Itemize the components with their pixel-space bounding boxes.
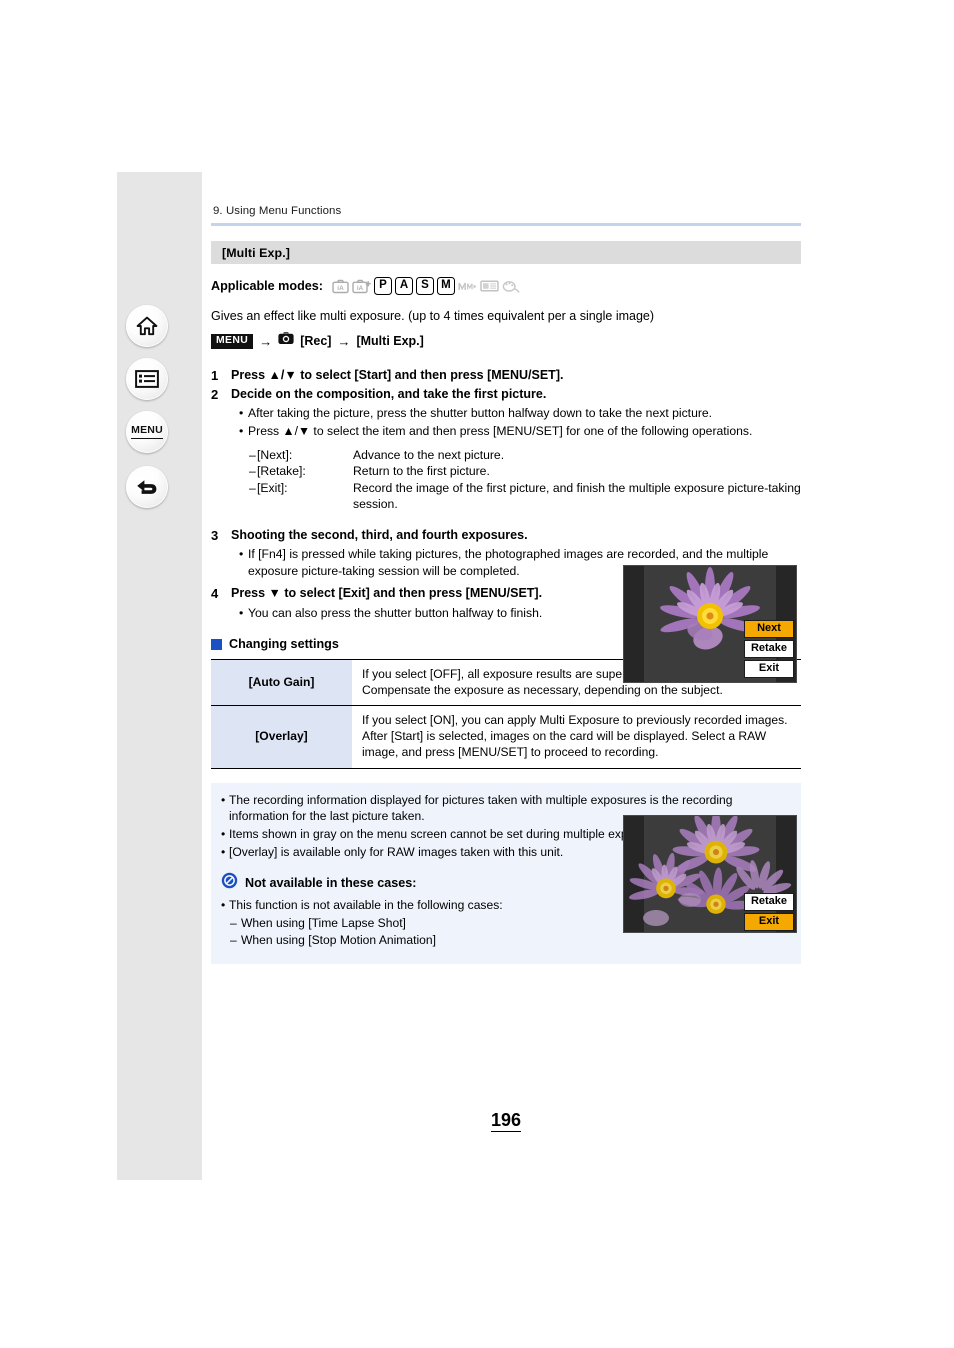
custom-mode-icon <box>480 279 499 293</box>
camera-icon <box>278 332 294 350</box>
creative-control-mode-icon <box>502 279 520 294</box>
bullet-dot: • <box>239 406 244 421</box>
step-title: Press ▲/▼ to select [Start] and then pre… <box>231 368 564 383</box>
step-number: 2 <box>211 386 219 402</box>
ia-plus-mode-icon: iA <box>352 279 371 294</box>
bullet-dot: • <box>221 792 226 807</box>
applicable-modes-row: Applicable modes: iA iA P A S M <box>211 277 801 295</box>
setting-value: If you select [ON], you can apply Multi … <box>352 705 801 769</box>
nav-rail: MENU <box>117 172 202 1180</box>
osd-button-group: Retake Exit <box>744 893 794 932</box>
osd-button-group: Next Retake Exit <box>744 620 794 679</box>
osd-retake-button[interactable]: Retake <box>744 640 794 659</box>
case-text: When using [Stop Motion Animation] <box>241 933 436 948</box>
svg-text:iA: iA <box>357 285 364 292</box>
dash-marker: – <box>230 916 237 931</box>
step-number: 1 <box>211 368 219 384</box>
step-number: 3 <box>211 527 219 543</box>
bullet-dot: • <box>239 547 244 562</box>
not-available-label: Not available in these cases: <box>245 876 417 891</box>
osd-exit-button[interactable]: Exit <box>744 660 794 679</box>
breadcrumb: 9. Using Menu Functions <box>213 205 342 217</box>
page-content: 9. Using Menu Functions [Multi Exp.] App… <box>211 205 801 1132</box>
not-available-case: – When using [Stop Motion Animation] <box>221 933 789 949</box>
applicable-modes-label: Applicable modes: <box>211 279 323 293</box>
bullet-text: After taking the picture, press the shut… <box>248 406 713 421</box>
nav-contents-button[interactable] <box>126 358 168 400</box>
camera-screen-first-exposure: Next Retake Exit <box>623 565 797 684</box>
definition-term: [Exit]: <box>257 480 288 495</box>
definition-term: [Retake]: <box>257 464 306 479</box>
bullet-dot: • <box>239 605 244 620</box>
section-title: [Multi Exp.] <box>222 245 290 260</box>
path-arrow-2: → <box>337 333 351 349</box>
page-number: 196 <box>490 1110 522 1132</box>
dash-marker: – <box>230 933 237 948</box>
definition-term: [Next]: <box>257 448 293 463</box>
back-arrow-icon <box>135 477 159 497</box>
svg-text:iA: iA <box>337 285 344 292</box>
changing-settings-label: Changing settings <box>229 637 339 652</box>
a-mode-icon: A <box>394 277 413 295</box>
prohibited-icon <box>221 872 238 894</box>
s-mode-icon: S <box>415 277 434 295</box>
p-mode-icon: P <box>373 277 392 295</box>
definition-row: – [Retake]: Return to the first picture. <box>249 463 801 479</box>
definition-row: – [Next]: Advance to the next picture. <box>249 447 801 463</box>
multi-exp-menu-label: [Multi Exp.] <box>356 334 424 349</box>
creative-video-mode-icon <box>458 279 477 293</box>
home-icon <box>136 316 158 336</box>
definition-dash: – <box>249 480 256 495</box>
nav-menu-button[interactable]: MENU <box>126 411 168 453</box>
definition-row: – [Exit]: Record the image of the first … <box>249 480 801 513</box>
step-item: 1 Press ▲/▼ to select [Start] and then p… <box>211 367 801 385</box>
step-number: 4 <box>211 585 219 601</box>
step-title: Decide on the composition, and take the … <box>231 386 547 401</box>
m-mode-icon: M <box>436 277 455 295</box>
definition-dash: – <box>249 464 256 479</box>
bullet-item: • Press ▲/▼ to select the item and then … <box>231 423 801 439</box>
step-title: Shooting the second, third, and fourth e… <box>231 527 528 542</box>
definition-desc: Record the image of the first picture, a… <box>353 480 801 512</box>
bullet-dot: • <box>221 826 226 841</box>
bullet-text: Press ▲/▼ to select the item and then pr… <box>248 423 753 438</box>
rec-menu-label: [Rec] <box>300 334 332 349</box>
definition-desc: Advance to the next picture. <box>353 448 505 463</box>
setting-key: [Overlay] <box>211 705 352 769</box>
step-bullets: • After taking the picture, press the sh… <box>231 405 801 439</box>
bullet-item: • After taking the picture, press the sh… <box>231 405 801 421</box>
ia-mode-icon: iA <box>332 279 349 294</box>
definition-dash: – <box>249 448 256 463</box>
nav-home-button[interactable] <box>126 305 168 347</box>
step-item: 2 Decide on the composition, and take th… <box>211 386 801 513</box>
camera-screen-multi-exposure: Retake Exit <box>623 815 797 934</box>
bullet-dot: • <box>221 844 226 859</box>
definition-desc: Return to the first picture. <box>353 464 490 479</box>
operations-definition-list: – [Next]: Advance to the next picture. –… <box>231 447 801 512</box>
steps-list: 1 Press ▲/▼ to select [Start] and then p… <box>211 367 801 934</box>
osd-next-button[interactable]: Next <box>744 620 794 639</box>
bullet-dot: • <box>221 898 226 913</box>
bullet-dot: • <box>239 423 244 438</box>
contents-list-icon <box>135 370 159 388</box>
osd-retake-button[interactable]: Retake <box>744 893 794 912</box>
menu-badge: MENU <box>211 333 254 349</box>
section-header: [Multi Exp.] <box>211 241 801 264</box>
osd-exit-button[interactable]: Exit <box>744 913 794 932</box>
path-arrow-1: → <box>259 333 273 349</box>
square-bullet-icon <box>211 638 222 650</box>
intro-description: Gives an effect like multi exposure. (up… <box>211 309 655 323</box>
setting-key: [Auto Gain] <box>211 659 352 707</box>
table-row: [Overlay] If you select [ON], you can ap… <box>211 705 801 769</box>
page-footer: 196 <box>211 1110 801 1132</box>
header-rule <box>211 223 801 226</box>
nav-back-button[interactable] <box>126 466 168 508</box>
case-text: When using [Time Lapse Shot] <box>241 916 406 931</box>
menu-text-icon: MENU <box>131 425 163 439</box>
menu-path: MENU → [Rec] → [Multi Exp.] <box>211 332 801 350</box>
